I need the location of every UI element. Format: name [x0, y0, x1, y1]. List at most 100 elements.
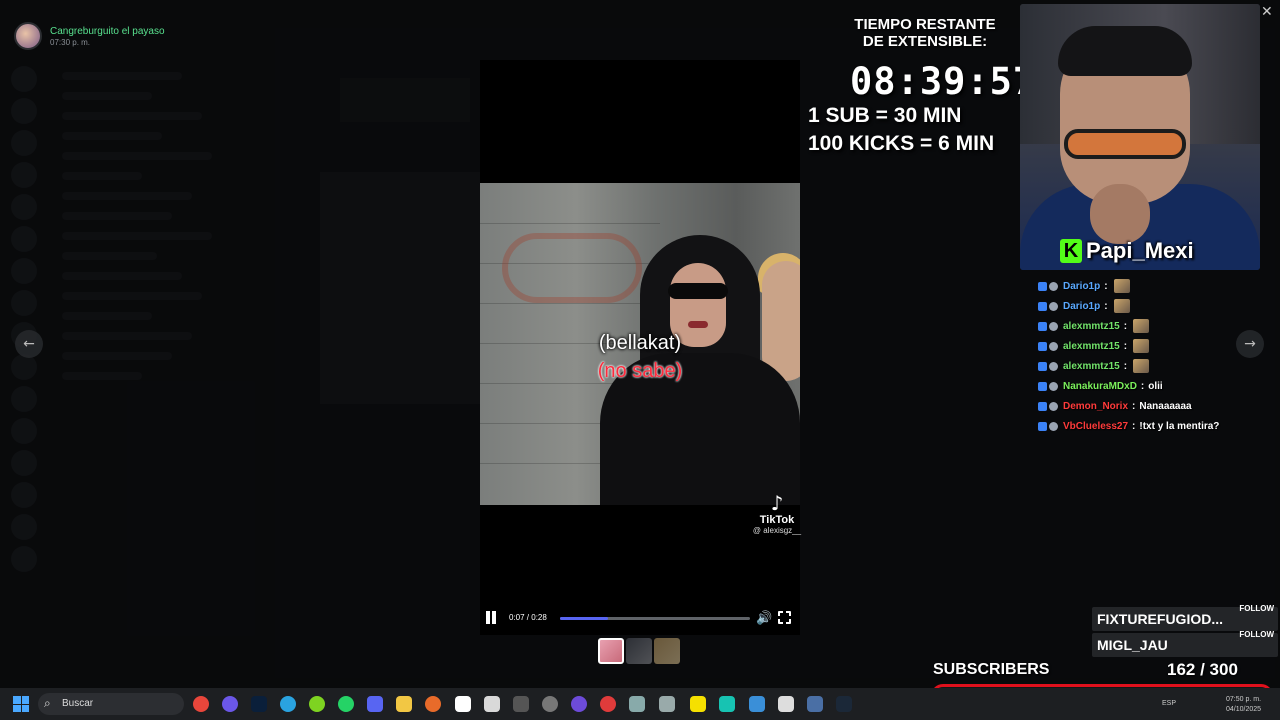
badge-icon: [1038, 401, 1047, 411]
timer-rule: 100 KICKS = 6 MIN: [808, 132, 995, 155]
app-icon[interactable]: [425, 696, 441, 712]
watermark-handle: @ alexisgz__: [752, 526, 802, 535]
follower-name: MIGL_JAU: [1097, 637, 1168, 653]
app-icon[interactable]: [807, 696, 823, 712]
badge-icon: [1049, 381, 1058, 391]
folder-icon[interactable]: [396, 696, 412, 712]
chrome-icon[interactable]: [193, 696, 209, 712]
app-icon[interactable]: [309, 696, 325, 712]
steam-icon[interactable]: [836, 696, 852, 712]
progress-fill: [560, 617, 608, 620]
discord-icon[interactable]: [367, 696, 383, 712]
follower-row: MIGL_JAU FOLLOW: [1092, 630, 1278, 657]
chat-username[interactable]: Dario1p: [1063, 301, 1100, 312]
timer-title-line: DE EXTENSIBLE:: [862, 33, 988, 50]
video-caption: (no sabe): [597, 360, 683, 382]
badge-icon: [1038, 321, 1047, 331]
badge-icon: [1038, 381, 1047, 391]
chat-username[interactable]: alexmmtz15: [1063, 321, 1120, 332]
follower-name: FIXTUREFUGIOD...: [1097, 611, 1223, 627]
chat-separator: :: [1123, 320, 1128, 332]
taskbar-search[interactable]: ⌕ Buscar: [38, 693, 184, 715]
chat-separator: :: [1123, 340, 1128, 352]
app-icon[interactable]: [778, 696, 794, 712]
timer-value: 08:39:57: [850, 60, 1037, 103]
avatar: [14, 22, 42, 50]
whatsapp-icon[interactable]: [338, 696, 354, 712]
arrow-left-icon[interactable]: ←: [15, 330, 43, 358]
desktop-screen: Cangreburguito el payaso 07:30 p. m. (be…: [0, 0, 1280, 720]
search-placeholder: Buscar: [62, 698, 94, 709]
emote-icon: [1133, 339, 1150, 353]
fullscreen-icon[interactable]: [777, 610, 792, 625]
chat-message: alexmmtz15:: [1038, 316, 1278, 336]
chat-separator: :: [1104, 300, 1108, 312]
pause-icon[interactable]: [485, 611, 497, 625]
video-caption: (bellakat): [598, 332, 682, 354]
webcam-feed: [1020, 4, 1260, 270]
volume-icon[interactable]: 🔊: [756, 611, 772, 626]
windows-start-icon[interactable]: [13, 696, 29, 712]
chat-separator: :: [1132, 400, 1136, 412]
chat-separator: :: [1104, 280, 1108, 292]
chat-username[interactable]: NanakuraMDxD: [1063, 381, 1137, 392]
app-icon[interactable]: [542, 696, 558, 712]
app-icon[interactable]: [484, 696, 500, 712]
badge-icon: [1049, 401, 1058, 411]
progress-bar[interactable]: [560, 617, 750, 620]
badge-icon: [1038, 421, 1047, 431]
player-controls: 0:07 / 0:28 🔊: [480, 608, 800, 630]
badge-icon: [1038, 281, 1047, 291]
time-display: 0:07 / 0:28: [509, 613, 547, 622]
app-icon[interactable]: [571, 696, 587, 712]
app-icon[interactable]: [719, 696, 735, 712]
chat-text: Nanaaaaaa: [1139, 400, 1192, 412]
emote-icon: [1133, 359, 1150, 373]
telegram-icon[interactable]: [280, 696, 296, 712]
thumbnail[interactable]: [626, 638, 652, 664]
app-icon[interactable]: [749, 696, 765, 712]
vivaldi-icon[interactable]: [222, 696, 238, 712]
viewer-author: Cangreburguito el payaso 07:30 p. m.: [14, 22, 165, 50]
follower-row: FIXTUREFUGIOD... FOLLOW: [1092, 604, 1278, 631]
chat-username[interactable]: Demon_Norix: [1063, 401, 1128, 412]
chat-message: Dario1p:: [1038, 276, 1278, 296]
badge-icon: [1038, 301, 1047, 311]
badge-icon: [1049, 421, 1058, 431]
chat-username[interactable]: alexmmtz15: [1063, 341, 1120, 352]
extensible-timer: TIEMPO RESTANTE DE EXTENSIBLE: 08:39:57 …: [805, 16, 1045, 155]
chat-username[interactable]: Dario1p: [1063, 281, 1100, 292]
chat-separator: :: [1140, 380, 1145, 392]
clock-time: 07:50 p. m.: [1226, 696, 1262, 703]
search-icon: ⌕: [44, 696, 51, 710]
badge-icon: [1049, 321, 1058, 331]
close-icon[interactable]: ✕: [1261, 4, 1273, 20]
photoshop-icon[interactable]: [251, 696, 267, 712]
system-clock[interactable]: 07:50 p. m. 04/10/2025: [1226, 695, 1261, 715]
clock-date: 04/10/2025: [1226, 706, 1262, 713]
badge-icon: [1049, 301, 1058, 311]
timestamp: 07:30 p. m.: [50, 37, 91, 47]
streamer-nameplate: K Papi_Mexi: [1060, 238, 1194, 264]
chat-message: Dario1p:: [1038, 296, 1278, 316]
app-icon[interactable]: [513, 696, 529, 712]
app-icon[interactable]: [629, 696, 645, 712]
thumbnail[interactable]: [598, 638, 624, 664]
chat-text: olii: [1148, 380, 1163, 392]
attachment-thumbnails: [598, 638, 680, 664]
chat-username[interactable]: VbClueless27: [1063, 421, 1128, 432]
streamer-name: Papi_Mexi: [1086, 238, 1194, 263]
watermark-label: TikTok: [759, 514, 795, 526]
app-icon[interactable]: [600, 696, 616, 712]
taskbar: ⌕ Buscar ESP 07:50 p. m. 04/10/2025: [0, 688, 1280, 720]
chat-separator: :: [1123, 360, 1128, 372]
app-icon[interactable]: [659, 696, 675, 712]
tiktok-watermark: ♪ TikTok @ alexisgz__: [742, 492, 812, 535]
input-language[interactable]: ESP: [1162, 700, 1176, 707]
badge-icon: [1038, 341, 1047, 351]
chat-username[interactable]: alexmmtz15: [1063, 361, 1120, 372]
timer-title-line: TIEMPO RESTANTE: [854, 16, 996, 33]
sticky-notes-icon[interactable]: [690, 696, 706, 712]
app-icon[interactable]: [455, 696, 471, 712]
thumbnail[interactable]: [654, 638, 680, 664]
